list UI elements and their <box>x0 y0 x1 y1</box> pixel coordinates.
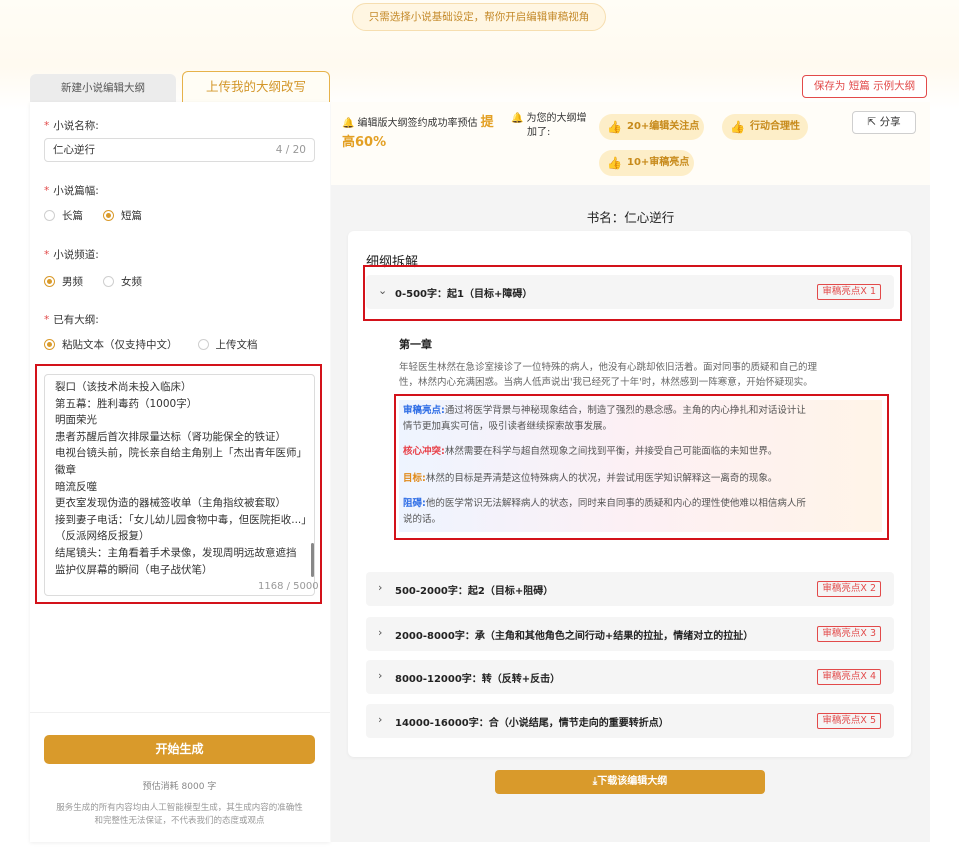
section-label: 14000-16000字：合（小说结尾，情节走向的重要转折点） <box>395 718 669 729</box>
section-label: 2000-8000字：承（主角和其他角色之间行动+结果的拉扯，情绪对立的拉扯） <box>395 631 754 642</box>
outline-line: 明面荣光 <box>55 414 97 427</box>
radio-short[interactable]: 短篇 <box>103 208 142 223</box>
radio-long[interactable]: 长篇 <box>44 208 83 223</box>
analysis-review-highlight: 审稿亮点:通过将医学背景与神秘现象结合，制造了强烈的悬念感。主角的内心挣扎和对话… <box>403 405 806 432</box>
outline-line: 更衣室发现伪造的器械签收单（主角指纹被套取） <box>55 497 286 510</box>
length-label: * 小说篇幅: <box>44 185 99 197</box>
chevron-right-icon: › <box>378 581 383 594</box>
analysis-goal: 目标:林然的目标是弄清楚这位特殊病人的状况，并尝试用医学知识解释这一离奇的现象。 <box>403 473 778 484</box>
chevron-right-icon: › <box>378 713 383 726</box>
disclaimer-line: 和完整性无法保证，不代表我们的态度或观点 <box>94 816 265 826</box>
radio-male[interactable]: 男频 <box>44 274 83 289</box>
chip-editor-focus: 👍 20+编辑关注点 <box>599 114 704 140</box>
section-row-2[interactable]: › 500-2000字：起2（目标+阻碍） 审稿亮点X 2 <box>366 572 894 606</box>
novel-name-value: 仁心逆行 <box>53 144 95 156</box>
outline-line: 接到妻子电话：「女儿幼儿园食物中毒，但医院拒收...」 <box>55 513 312 526</box>
novel-name-input[interactable]: 仁心逆行 4 / 20 <box>44 138 315 162</box>
section-badge: 审稿亮点X 5 <box>817 713 881 729</box>
save-example-button[interactable]: 保存为 短篇 示例大纲 <box>802 75 927 98</box>
tab-upload-outline[interactable]: 上传我的大纲改写 <box>182 71 330 102</box>
chapter-summary: 年轻医生林然在急诊室接诊了一位特殊的病人，他没有心跳却依旧活着。面对同事的质疑和… <box>399 360 891 390</box>
section-badge: 审稿亮点X 3 <box>817 626 881 642</box>
section-row-4[interactable]: › 8000-12000字：转（反转+反击） 审稿亮点X 4 <box>366 660 894 694</box>
download-outline-button[interactable]: ⤓下载该编辑大纲 <box>495 770 765 794</box>
radio-dot <box>197 339 209 350</box>
thumbs-up-icon: 👍 <box>607 120 622 134</box>
start-generate-button[interactable]: 开始生成 <box>44 735 315 764</box>
outline-line: 监护仪屏幕的瞬间（电子战伏笔） <box>55 563 213 576</box>
disclaimer: 服务生成的所有内容均由人工智能模型生成，其生成内容的准确性 和完整性无法保证，不… <box>44 802 315 828</box>
outline-line: （反派网络反报复） <box>55 530 150 543</box>
outline-line: 电视台镜头前，院长亲自给主角别上「杰出青年医师」 <box>55 447 307 460</box>
bell-icon: 🔔 <box>511 113 524 124</box>
highlight-frame-section <box>363 265 902 321</box>
share-button[interactable]: ⇱ 分享 <box>852 111 916 134</box>
channel-radio-group: 男频 女频 <box>44 274 162 289</box>
radio-paste-text[interactable]: 粘贴文本（仅支持中文） <box>44 337 178 352</box>
analysis-obstacle: 阻碍:他的医学常识无法解释病人的状态，同时来自同事的质疑和内心的理性使他难以相信… <box>403 498 806 525</box>
chevron-right-icon: › <box>378 669 383 682</box>
chapter-line: 性，林然内心充满困惑。当病人低声说出'我已经死了十年'时，林然感到一阵寒意，开始… <box>399 377 813 388</box>
section-row-3[interactable]: › 2000-8000字：承（主角和其他角色之间行动+结果的拉扯，情绪对立的拉扯… <box>366 617 894 651</box>
radio-dot <box>44 210 55 221</box>
novel-name-label: * 小说名称: <box>44 120 99 132</box>
radio-dot-selected <box>44 339 55 350</box>
outline-line: 结尾镜头：主角看着手术录像，发现周明远故意遮挡 <box>55 546 297 559</box>
length-radio-group: 长篇 短篇 <box>44 208 162 223</box>
analysis-core-conflict: 核心冲突:林然需要在科学与超自然现象之间找到平衡，并接受自己可能面临的未知世界。 <box>403 446 778 457</box>
outline-char-count: 1168 / 5000 <box>258 581 319 592</box>
section-row-5[interactable]: › 14000-16000字：合（小说结尾，情节走向的重要转折点） 审稿亮点X … <box>366 704 894 738</box>
radio-dot <box>103 276 114 287</box>
tab-new-outline[interactable]: 新建小说编辑大纲 <box>30 74 176 102</box>
disclaimer-line: 服务生成的所有内容均由人工智能模型生成，其生成内容的准确性 <box>56 803 303 813</box>
outline-line: 徽章 <box>55 463 76 476</box>
chevron-right-icon: › <box>378 626 383 639</box>
chapter-title: 第一章 <box>399 338 432 351</box>
outline-line: 裂口（该技术尚未投入临床） <box>55 381 192 393</box>
book-name: 书名：仁心逆行 <box>586 210 675 225</box>
added-label: 🔔 为您的大纲增 加了: <box>511 113 587 138</box>
chapter-line: 年轻医生林然在急诊室接诊了一位特殊的病人，他没有心跳却依旧活着。面对同事的质疑和… <box>399 362 818 373</box>
channel-label: * 小说频道: <box>44 249 99 261</box>
section-label: 8000-12000字：转（反转+反击） <box>395 674 561 685</box>
banner-pill: 只需选择小说基础设定，帮你开启编辑审稿视角 <box>352 3 606 31</box>
outline-line: 暗流反噬 <box>55 480 97 493</box>
chip-action-logic: 👍 行动合理性 <box>722 114 808 140</box>
radio-dot-selected <box>44 276 55 287</box>
section-label: 500-2000字：起2（目标+阻碍） <box>395 586 554 597</box>
radio-dot-selected <box>103 210 114 221</box>
section-badge: 审稿亮点X 4 <box>817 669 881 685</box>
radio-female[interactable]: 女频 <box>103 274 142 289</box>
outline-line: 患者苏醒后首次排尿量达标（肾功能保全的铁证） <box>55 430 286 443</box>
share-icon: ⇱ <box>867 116 877 128</box>
novel-name-count: 4 / 20 <box>275 144 306 156</box>
thumbs-up-icon: 👍 <box>730 120 745 134</box>
thumbs-up-icon: 👍 <box>607 156 622 170</box>
bell-icon: 🔔 <box>342 118 355 129</box>
chip-review-highlights: 👍 10+审稿亮点 <box>599 150 694 176</box>
outline-line: 第五幕：胜利毒药（1000字） <box>55 397 198 410</box>
textarea-scrollbar[interactable] <box>311 543 314 577</box>
outline-textarea[interactable]: 裂口（该技术尚未投入临床） 第五幕：胜利毒药（1000字） 明面荣光 患者苏醒后… <box>44 374 315 596</box>
section-badge: 审稿亮点X 2 <box>817 581 881 597</box>
outline-radio-group: 粘贴文本（仅支持中文） 上传文档 <box>44 337 278 352</box>
radio-upload-doc[interactable]: 上传文档 <box>197 337 258 352</box>
estimated-cost: 预估消耗 8000 字 <box>142 782 217 792</box>
success-rate-value: 高60% <box>342 135 387 150</box>
outline-label: * 已有大纲: <box>44 314 99 326</box>
success-rate-stat: 🔔 编辑版大纲签约成功率预估 提 <box>342 115 494 130</box>
